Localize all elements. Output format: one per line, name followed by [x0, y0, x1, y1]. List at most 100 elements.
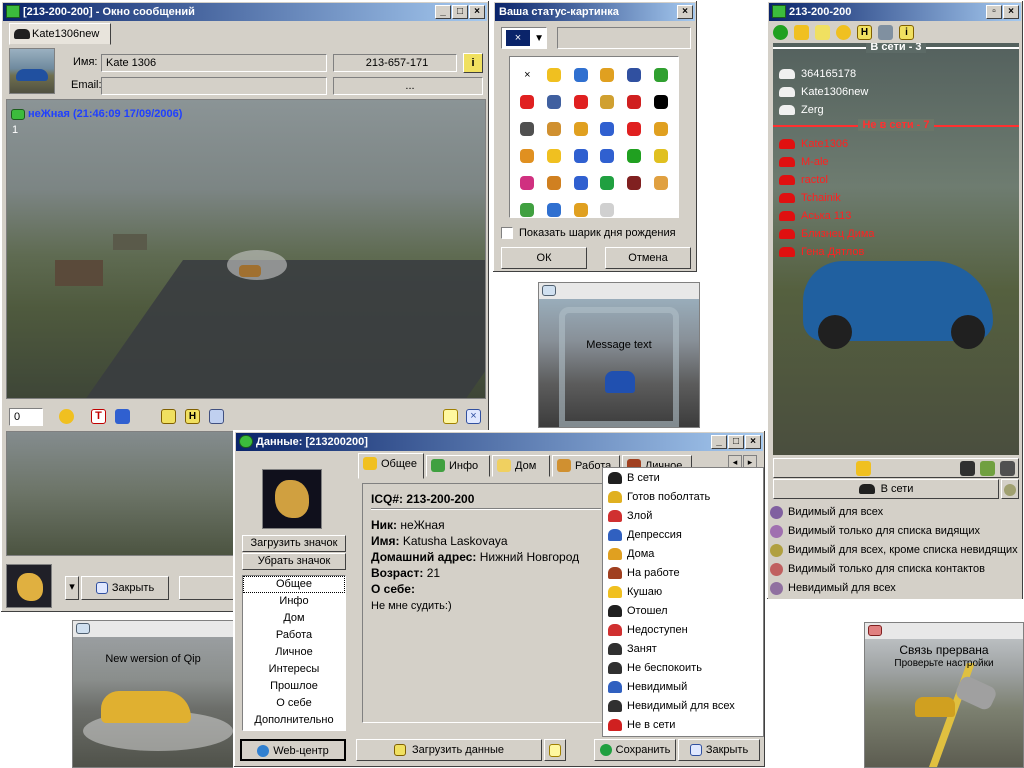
nav-item[interactable]: Прошлое [243, 678, 345, 695]
email-field[interactable] [101, 77, 327, 95]
status-picture-option[interactable] [567, 196, 594, 223]
status-option[interactable]: Дома [603, 545, 763, 564]
status-picture-option[interactable] [514, 196, 541, 223]
status-picture-option[interactable] [567, 169, 594, 196]
tab-2[interactable]: Дом [492, 455, 550, 477]
privacy-option[interactable]: Невидимый для всех [768, 579, 1022, 598]
status-picture-option[interactable] [647, 115, 674, 142]
status-picture-option[interactable] [514, 142, 541, 169]
nav-item[interactable]: Инфо [243, 593, 345, 610]
close-button[interactable]: × [1003, 5, 1019, 19]
status-picture-option[interactable] [621, 115, 648, 142]
status-picture-option[interactable] [594, 88, 621, 115]
status-option[interactable]: Невидимый [603, 678, 763, 697]
history-icon[interactable]: H [857, 25, 872, 40]
status-picture-option[interactable] [647, 142, 674, 169]
status-option[interactable]: Невидимый для всех [603, 697, 763, 716]
note-icon[interactable] [443, 409, 458, 424]
status-picture-option[interactable] [567, 115, 594, 142]
status-option[interactable]: Кушаю [603, 583, 763, 602]
tab-0[interactable]: Общее [358, 453, 424, 479]
close-button[interactable]: × [745, 435, 761, 449]
status-picture-option[interactable] [541, 142, 568, 169]
phone-field[interactable]: 213-657-171 [333, 54, 457, 72]
text-format-icon[interactable]: T [91, 409, 106, 424]
tab-1[interactable]: Инфо [426, 455, 490, 477]
note-button[interactable] [544, 739, 566, 761]
selected-picture-dropdown[interactable]: × ▼ [501, 27, 547, 49]
contact-item[interactable]: Близнец Дима [779, 225, 1009, 243]
privacy-option[interactable]: Видимый только для списка контактов [768, 560, 1022, 579]
close-chat-button[interactable]: Закрыть [81, 576, 169, 600]
status-picture-option[interactable] [567, 142, 594, 169]
info-icon[interactable]: i [899, 25, 914, 40]
load-data-button[interactable]: Загрузить данные [356, 739, 542, 761]
status-option[interactable]: Злой [603, 507, 763, 526]
contact-item[interactable]: Zerg [779, 101, 1009, 119]
binoculars-icon[interactable] [960, 461, 975, 476]
contact-item[interactable]: 364165178 [779, 65, 1009, 83]
nav-item[interactable]: Дом [243, 610, 345, 627]
minimize-button[interactable]: _ [711, 435, 727, 449]
status-picture-option[interactable] [514, 88, 541, 115]
smiles-bar-button[interactable] [179, 576, 239, 600]
nav-item[interactable]: Дополнительно [243, 712, 345, 729]
name-field[interactable]: Kate 1306 [101, 54, 327, 72]
history-icon[interactable]: H [185, 409, 200, 424]
minimize-button[interactable]: _ [435, 5, 451, 19]
remove-icon-button[interactable]: Убрать значок [242, 553, 346, 570]
status-picture-option[interactable] [567, 88, 594, 115]
group-add-icon[interactable] [980, 461, 995, 476]
status-picture-option[interactable] [621, 61, 648, 88]
quote-icon[interactable] [161, 409, 176, 424]
status-option[interactable]: Не в сети [603, 716, 763, 735]
contact-item[interactable]: M-ale [779, 153, 1009, 171]
nav-item[interactable]: Работа [243, 627, 345, 644]
birthday-checkbox[interactable] [501, 227, 513, 239]
status-picture-option[interactable] [541, 61, 568, 88]
close-data-button[interactable]: Закрыть [678, 739, 760, 761]
nav-item[interactable]: Интересы [243, 661, 345, 678]
close-button[interactable]: × [469, 5, 485, 19]
status-picture-option[interactable]: × [514, 61, 541, 88]
status-picture-option[interactable] [514, 115, 541, 142]
contact-item[interactable]: ractol [779, 171, 1009, 189]
translit-icon[interactable] [115, 409, 130, 424]
contact-item[interactable]: Гена Дятлов [779, 243, 1009, 261]
shield-icon[interactable] [815, 25, 830, 40]
email-extra-field[interactable]: ... [333, 77, 483, 95]
maximize-button[interactable]: □ [728, 435, 744, 449]
status-picture-option[interactable] [594, 61, 621, 88]
status-picture-option[interactable] [541, 88, 568, 115]
news-popup[interactable]: New wersion of Qip [72, 620, 234, 768]
info-button[interactable]: i [463, 53, 483, 73]
save-button[interactable]: Сохранить [594, 739, 676, 761]
user-data-titlebar[interactable]: Данные: [213200200] _ □ × [236, 433, 763, 451]
car-icon[interactable] [1000, 461, 1015, 476]
status-picture-option[interactable] [621, 88, 648, 115]
smiley-icon[interactable] [836, 25, 851, 40]
status-option[interactable]: Депрессия [603, 526, 763, 545]
load-icon-button[interactable]: Загрузить значок [242, 535, 346, 552]
status-option[interactable]: Не беспокоить [603, 659, 763, 678]
contact-list-panel[interactable]: В сети - 3 364165178 Kate1306new Zerg Не в… [773, 43, 1019, 455]
search-icon[interactable] [209, 409, 224, 424]
status-picture-option[interactable] [594, 169, 621, 196]
dropdown-arrow-button[interactable]: ▾ [65, 576, 79, 600]
find-user-icon[interactable] [856, 461, 871, 476]
privacy-option[interactable]: Видимый для всех [768, 503, 1022, 522]
status-picture-titlebar[interactable]: Ваша статус-картинка × [495, 3, 695, 21]
status-picture-option[interactable] [541, 196, 568, 223]
status-button[interactable]: В сети [773, 479, 999, 499]
cancel-button[interactable]: Отмена [605, 247, 691, 269]
add-contact-icon[interactable] [794, 25, 809, 40]
message-popup[interactable]: Message text [538, 282, 700, 428]
status-picture-option[interactable] [647, 169, 674, 196]
ok-button[interactable]: ОК [501, 247, 587, 269]
privacy-button[interactable] [1001, 479, 1019, 499]
close-button[interactable]: × [677, 5, 693, 19]
picture-name-field[interactable] [557, 27, 691, 49]
status-option[interactable]: Недоступен [603, 621, 763, 640]
status-option[interactable]: В сети [603, 469, 763, 488]
status-picture-option[interactable] [594, 142, 621, 169]
